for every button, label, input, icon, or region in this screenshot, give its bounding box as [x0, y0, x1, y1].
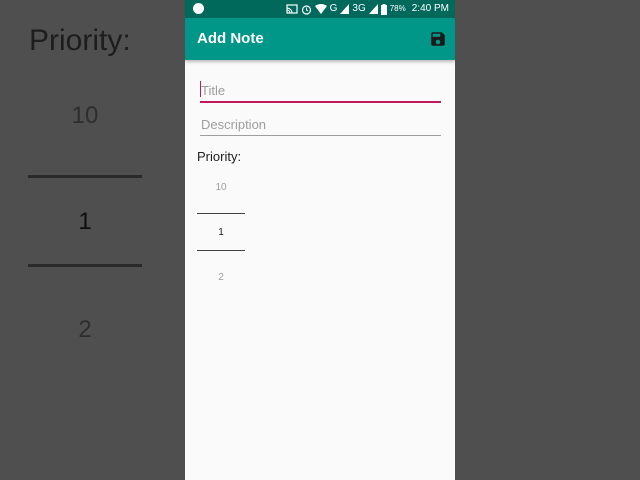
description-input[interactable] [200, 113, 441, 136]
notification-dot-icon [193, 3, 204, 14]
picker-divider-bottom [197, 250, 245, 251]
priority-value-selected[interactable]: 1 [197, 227, 245, 238]
alarm-icon [301, 4, 311, 15]
signal-icon-2 [368, 4, 378, 14]
background-picker-value-below: 2 [78, 316, 92, 343]
clock: 2:40 PM [411, 3, 449, 14]
background-picker-value-above: 10 [71, 102, 99, 129]
battery-icon [380, 3, 387, 15]
priority-value-above[interactable]: 10 [197, 182, 245, 193]
status-icons: G 3G 78% 2:40 PM [286, 2, 449, 16]
save-icon[interactable] [429, 30, 447, 48]
background-picker-divider-bottom [28, 264, 142, 267]
app-bar: Add Note [185, 18, 455, 60]
background-picker-value-selected: 1 [78, 208, 92, 235]
picker-divider-top [197, 213, 245, 214]
priority-number-picker[interactable]: 10 1 2 [197, 172, 245, 292]
background-preview: Priority: 10 1 2 [0, 0, 185, 480]
title-input[interactable] [200, 79, 441, 103]
background-priority-label: Priority: [29, 24, 131, 57]
priority-label: Priority: [197, 149, 242, 164]
battery-percent: 78% [389, 4, 406, 13]
status-bar: G 3G 78% 2:40 PM [185, 0, 455, 18]
carrier-letter: G [329, 3, 338, 14]
priority-value-below[interactable]: 2 [197, 272, 245, 283]
text-cursor [200, 81, 201, 97]
wifi-icon [314, 4, 327, 14]
page-title: Add Note [197, 30, 264, 47]
phone-screen: G 3G 78% 2:40 PM Add Note Priority: 10 [185, 0, 455, 480]
signal-icon [340, 4, 350, 14]
background-picker-divider-top [28, 175, 142, 178]
network-type: 3G [352, 3, 366, 14]
cast-icon [286, 4, 298, 14]
